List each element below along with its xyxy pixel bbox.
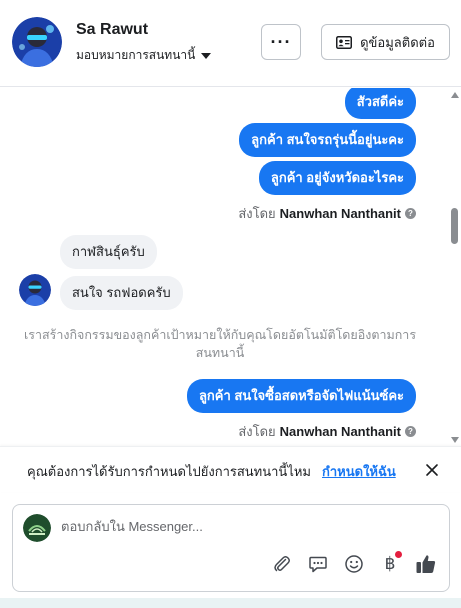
footer-strip [0, 598, 461, 608]
thread-scrollbar[interactable] [448, 88, 461, 445]
outgoing-message[interactable]: ลูกค้า สนใจรถรุ่นนี้อยู่นะคะ [239, 123, 416, 157]
assign-label: มอบหมายการสนทนานี้ [76, 48, 196, 62]
system-note: เราสร้างกิจกรรมของลูกค้าเป้าหมายให้กับคุ… [23, 328, 417, 360]
message-thread[interactable]: สัวสดีค่ะ ลูกค้า สนใจรถรุ่นนี้อยู่นะคะ ล… [0, 88, 448, 445]
assign-prompt: คุณต้องการได้รับการกำหนดไปยังการสนทนานี้… [27, 464, 311, 479]
assign-banner: คุณต้องการได้รับการกำหนดไปยังการสนทนานี้… [0, 446, 461, 492]
baht-icon: ฿ [384, 554, 396, 573]
customer-avatar-small [19, 274, 51, 306]
contact-card-icon [336, 35, 353, 49]
chat-bubble-icon [309, 556, 327, 573]
outgoing-message[interactable]: ลูกค้า อยู่จังหวัดอะไรคะ [258, 161, 416, 195]
customer-name[interactable]: Sa Rawut [76, 21, 148, 39]
sender-name: Nanwhan Nanthanit [279, 206, 401, 221]
reply-composer: ฿ [12, 504, 450, 592]
outgoing-message[interactable]: ลูกค้า สนใจซื้อสดหรือจัดไฟแน้นซ์คะ [186, 379, 416, 413]
sent-by-label: ส่งโดย Nanwhan Nanthanit ? [238, 421, 416, 442]
saved-replies-button[interactable] [307, 553, 329, 575]
view-contact-label: ดูข้อมูลติดต่อ [360, 34, 435, 50]
reply-input[interactable] [61, 519, 421, 534]
outgoing-message[interactable]: สัวสดีค่ะ [344, 88, 416, 119]
more-options-button[interactable]: ··· [261, 24, 301, 60]
thumbs-up-icon [416, 555, 436, 573]
notification-dot [395, 551, 402, 558]
close-icon[interactable] [423, 461, 441, 479]
assign-conversation-dropdown[interactable]: มอบหมายการสนทนานี้ [76, 46, 212, 65]
assign-to-me-link[interactable]: กำหนดให้ฉัน [322, 461, 396, 482]
sender-name: Nanwhan Nanthanit [279, 424, 401, 439]
like-button[interactable] [415, 553, 437, 575]
sent-by-label: ส่งโดย Nanwhan Nanthanit ? [238, 203, 416, 224]
help-icon[interactable]: ? [405, 426, 416, 437]
view-contact-button[interactable]: ดูข้อมูลติดต่อ [321, 24, 450, 60]
incoming-message[interactable]: สนใจ รถฟอดครับ [60, 276, 183, 310]
customer-avatar[interactable] [12, 17, 62, 67]
page-avatar [23, 514, 51, 542]
attachment-button[interactable] [271, 553, 293, 575]
emoji-button[interactable] [343, 553, 365, 575]
caret-down-icon [201, 53, 212, 59]
payment-button[interactable]: ฿ [379, 551, 402, 575]
composer-toolbar: ฿ [271, 551, 437, 575]
incoming-message[interactable]: กาฬสินธุ์ครับ [60, 235, 157, 269]
conversation-header: Sa Rawut มอบหมายการสนทนานี้ ··· ดูข้อมูล… [0, 0, 461, 87]
paperclip-icon [274, 556, 290, 572]
smiley-icon [345, 555, 363, 573]
scroll-thumb[interactable] [451, 208, 458, 244]
help-icon[interactable]: ? [405, 208, 416, 219]
scroll-up-arrow-icon[interactable] [451, 92, 459, 98]
scroll-down-arrow-icon[interactable] [451, 437, 459, 443]
